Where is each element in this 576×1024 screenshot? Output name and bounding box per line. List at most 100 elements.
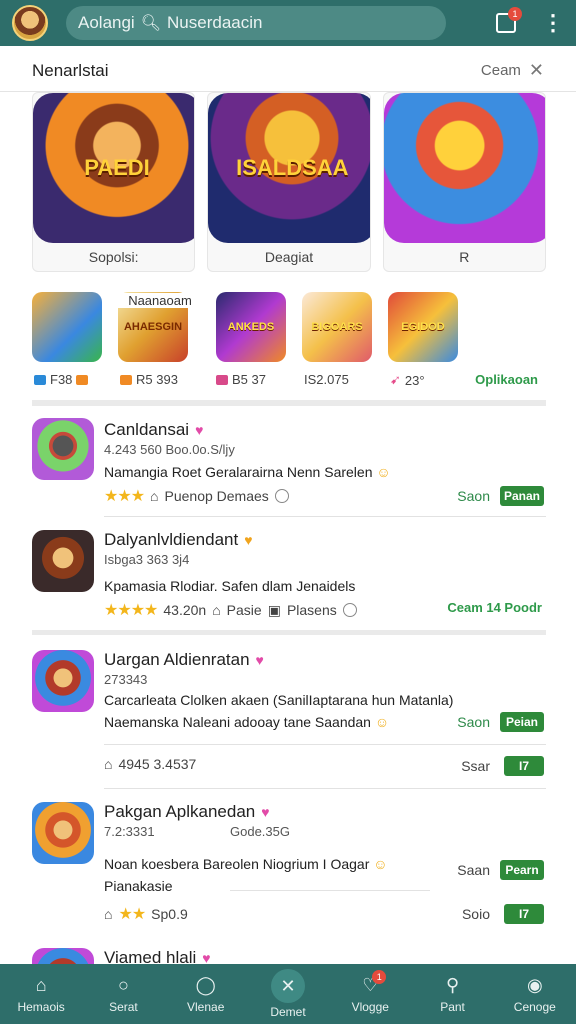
app-meta: F38: [34, 372, 89, 387]
app-description-2: Naemanska Naleani adooay tane Saandan ☺: [104, 714, 390, 730]
rating-stars: ★★★: [104, 488, 145, 505]
search-text-left: Aolangi: [78, 13, 135, 32]
more-options-icon[interactable]: ⋮: [542, 12, 564, 34]
app-subtitle: 4.243 560 Boo.0o.S/ljy: [104, 442, 235, 457]
game-controller-icon: ✕: [270, 969, 305, 1003]
nav-item-more[interactable]: ◉ Cenoge: [494, 964, 576, 1024]
bottom-navigation: ⌂ Hemaois ○ Serat ◯ Vlenae ✕ Demet ♡ 1 V…: [0, 964, 576, 1024]
meta-text: 4945 3.4537: [118, 756, 197, 772]
nav-label: Demet: [270, 1005, 306, 1019]
notification-badge: 1: [508, 7, 522, 21]
nav-item-games[interactable]: ✕ Demet: [247, 964, 329, 1024]
app-meta: R5 393: [120, 372, 178, 387]
person-icon: ⚲: [445, 974, 460, 995]
meta-text: Plasens: [286, 602, 337, 618]
divider-line: [104, 744, 546, 745]
list-item[interactable]: Dalyanlvldiendant ♥ Isbga3 363 3j4 Kpamas…: [32, 528, 546, 628]
featured-label: Deagiat: [264, 249, 314, 265]
section-header: Nenarlstai Ceam ✕: [0, 50, 576, 92]
heart-icon: ♥: [255, 652, 264, 668]
action-label: Ssar: [461, 758, 490, 774]
action-label: Saon: [457, 714, 490, 730]
app-meta-text: IS2.075: [304, 372, 349, 387]
app-icon[interactable]: [32, 948, 94, 964]
app-description: Kpamasia Rlodiar. Safen dlam Jenaidels: [104, 578, 356, 594]
install-button[interactable]: Pearn: [500, 860, 544, 880]
search-text-right: Nuserdaacin: [167, 13, 263, 32]
featured-tile[interactable]: PAEDI Sopolsi:: [32, 92, 196, 272]
app-description: Namangia Roet Geralarairna Nenn Sarelen …: [104, 464, 391, 480]
app-icon[interactable]: EGIDOD: [388, 292, 458, 362]
tag-icon: [34, 374, 46, 385]
add-icon[interactable]: [342, 603, 357, 617]
app-subtitle: Isbga3 363 3j4: [104, 552, 190, 567]
nav-item-vlogge[interactable]: ♡ 1 Vlogge: [329, 964, 411, 1024]
smile-icon: ☺: [376, 464, 391, 480]
action-combo[interactable]: Ceam 14 Poodr: [447, 600, 542, 615]
featured-tile[interactable]: R: [382, 92, 546, 272]
meta-text: Puenop Demaes: [164, 488, 269, 504]
nav-item-view[interactable]: ◯ Vlenae: [165, 964, 247, 1024]
small-app-row: AHAESGIN Naanaoam ANKEDS BIGOARS EGIDOD …: [32, 292, 546, 392]
rating-stars: ★★: [118, 906, 146, 923]
app-icon[interactable]: [32, 802, 94, 864]
featured-tile[interactable]: ISALDSAA Deagiat: [207, 92, 371, 272]
app-name: Uargan Aldienratan ♥: [104, 650, 264, 669]
search-bar[interactable]: Aolangi 🔍︎ Nuserdaacin: [66, 6, 446, 40]
open-button[interactable]: I7: [504, 904, 544, 924]
app-description-2: Pianakasie: [104, 878, 173, 894]
nav-item-home[interactable]: ⌂ Hemaois: [0, 964, 82, 1024]
nav-label: Serat: [109, 1000, 138, 1014]
list-item[interactable]: Uargan Aldienratan ♥ 273343 Carcarleata C…: [32, 648, 546, 788]
divider-line: [104, 516, 546, 517]
app-name: Viamed hlali ♥: [104, 948, 211, 964]
list-item[interactable]: Pakgan Aplkanedan ♥ 7.2:3331 Gode.35G Noa…: [32, 800, 546, 940]
chat-icon: ▣: [267, 601, 281, 618]
avatar[interactable]: [12, 5, 48, 41]
list-item[interactable]: Viamed hlali ♥: [32, 946, 546, 964]
install-button[interactable]: Peian: [500, 712, 544, 732]
app-subtitle: 273343: [104, 672, 148, 687]
home-icon: ⌂: [35, 974, 47, 995]
app-icon[interactable]: [32, 650, 94, 712]
app-name: Dalyanlvldiendant ♥: [104, 530, 253, 549]
app-icon[interactable]: [32, 530, 94, 592]
featured-row: PAEDI Sopolsi: ISALDSAA Deagiat R: [32, 92, 546, 272]
app-meta: ⌂ ★★ Sp0.9: [104, 904, 188, 924]
heart-icon: ♥: [195, 422, 204, 438]
meta-text: Pasie: [226, 602, 262, 618]
search-icon: 🔍︎: [140, 15, 162, 32]
nav-item-search[interactable]: ○ Serat: [82, 964, 164, 1024]
row-action-link[interactable]: Oplikaoan: [475, 372, 538, 387]
app-icon[interactable]: [32, 292, 102, 362]
notification-icon[interactable]: 1: [496, 7, 522, 33]
open-button[interactable]: I7: [504, 756, 544, 776]
app-description: Carcarleata Clolken akaen (SanilIaptaran…: [104, 692, 454, 708]
app-meta: ⌂ 4945 3.4537: [104, 756, 196, 772]
install-button[interactable]: Panan: [500, 486, 544, 506]
app-meta: ★★★★ 43.20n ⌂ Pasie ▣ Plasens: [104, 600, 357, 620]
nav-label: Cenoge: [513, 1000, 556, 1014]
section-title: Nenarlstai: [32, 60, 109, 80]
app-icon[interactable]: [32, 418, 94, 480]
heart-icon: ♥: [244, 532, 253, 548]
top-app-bar: Aolangi 🔍︎ Nuserdaacin 1 ⋮: [0, 0, 576, 46]
list-item[interactable]: Canldansai ♥ 4.243 560 Boo.0o.S/ljy Naman…: [32, 418, 546, 518]
section-right-label[interactable]: Ceam: [481, 62, 521, 79]
nav-label: Vlenae: [187, 1000, 225, 1014]
app-meta-text: 23°: [404, 372, 425, 388]
app-meta-text: B5 37: [232, 372, 266, 387]
close-icon[interactable]: ✕: [529, 60, 544, 81]
flame-icon: [76, 374, 89, 385]
divider-line: [104, 788, 546, 789]
nav-item-profile[interactable]: ⚲ Pant: [411, 964, 493, 1024]
app-icon[interactable]: BIGOARS: [302, 292, 372, 362]
section-divider: [32, 400, 546, 406]
app-icon[interactable]: ANKEDS: [216, 292, 286, 362]
add-icon[interactable]: [274, 489, 289, 503]
app-subtitle-2: Gode.35G: [230, 824, 290, 839]
app-subtitle: 7.2:3331: [104, 824, 155, 839]
heart-icon: ♥: [261, 804, 270, 820]
app-meta: ➹ 23°: [390, 372, 425, 388]
app-name: Pakgan Aplkanedan ♥: [104, 802, 270, 821]
